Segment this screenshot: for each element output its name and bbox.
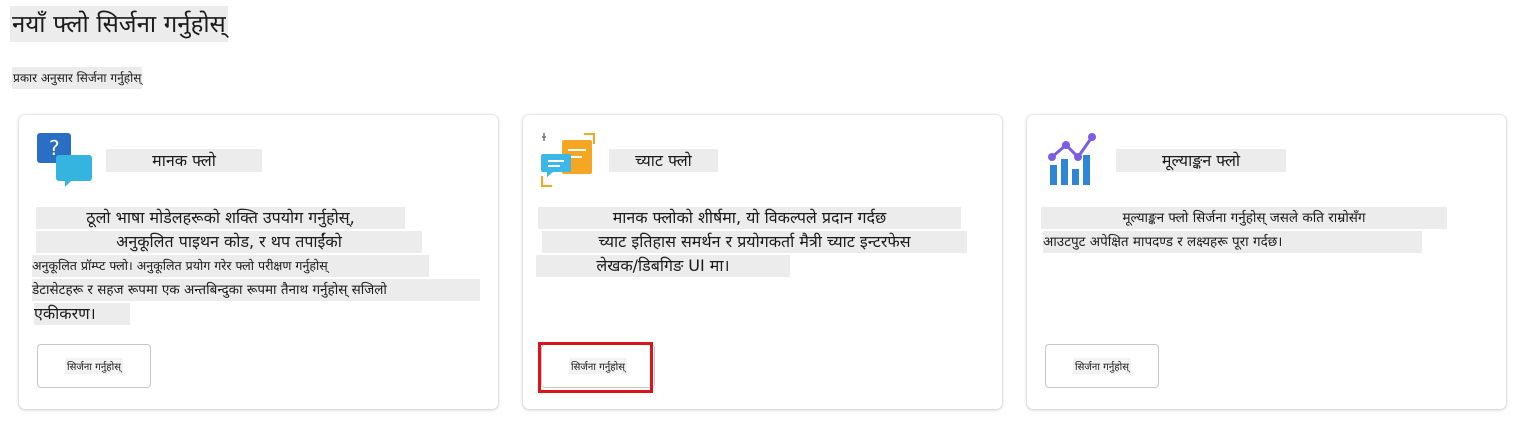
chat-document-icon — [540, 130, 600, 194]
evaluation-flow-card: मूल्याङ्कन फ्लो मूल्याङ्कन फ्लो सिर्जना … — [1027, 115, 1506, 409]
create-button-label: सिर्जना गर्नुहोस् — [1073, 358, 1131, 374]
standard-flow-card: ? मानक फ्लो ठूलो भाषा मोडेलहरूको शक्ति उ… — [19, 115, 498, 409]
card-description-line: मानक फ्लोको शीर्षमा, यो विकल्पले प्रदान … — [538, 207, 961, 229]
card-description-line: लेखक/डिबगिङ UI मा। — [536, 255, 790, 277]
evaluation-chart-icon — [1046, 131, 1100, 193]
svg-text:?: ? — [49, 136, 60, 160]
create-standard-flow-button[interactable]: सिर्जना गर्नुहोस् — [37, 344, 151, 388]
create-button-label: सिर्जना गर्नुहोस् — [65, 358, 123, 374]
card-title: मूल्याङ्कन फ्लो — [1116, 149, 1286, 172]
card-description-line: अनुकूलित पाइथन कोड, र थप तपाईंको — [36, 231, 422, 253]
page-subtitle: प्रकार अनुसार सिर्जना गर्नुहोस् — [12, 67, 143, 89]
card-description-line: ठूलो भाषा मोडेलहरूको शक्ति उपयोग गर्नुहो… — [36, 207, 405, 229]
create-button-label: सिर्जना गर्नुहोस् — [569, 358, 627, 374]
create-evaluation-flow-button[interactable]: सिर्जना गर्नुहोस् — [1045, 344, 1159, 388]
card-description-line: अनुकूलित प्रॉम्प्ट फ्लो। अनुकूलित प्रयोग… — [32, 255, 429, 277]
card-description-line: मूल्याङ्कन फ्लो सिर्जना गर्नुहोस् जसले क… — [1041, 207, 1447, 229]
card-description-line: डेटासेटहरू र सहज रूपमा एक अन्तबिन्दुका र… — [32, 279, 480, 301]
page-title: नयाँ फ्लो सिर्जना गर्नुहोस् — [10, 6, 228, 42]
card-title: मानक फ्लो — [106, 149, 262, 172]
chat-flow-card: च्याट फ्लो मानक फ्लोको शीर्षमा, यो विकल्… — [523, 115, 1002, 409]
chat-question-icon: ? — [37, 133, 93, 193]
card-title: च्याट फ्लो — [609, 149, 718, 172]
card-description-line: च्याट इतिहास समर्थन र प्रयोगकर्ता मैत्री… — [542, 231, 967, 253]
create-chat-flow-button[interactable]: सिर्जना गर्नुहोस् — [541, 344, 655, 388]
card-description-line: आउटपुट अपेक्षित मापदण्ड र लक्ष्यहरू पूरा… — [1043, 231, 1422, 253]
card-description-line: एकीकरण। — [34, 303, 130, 325]
